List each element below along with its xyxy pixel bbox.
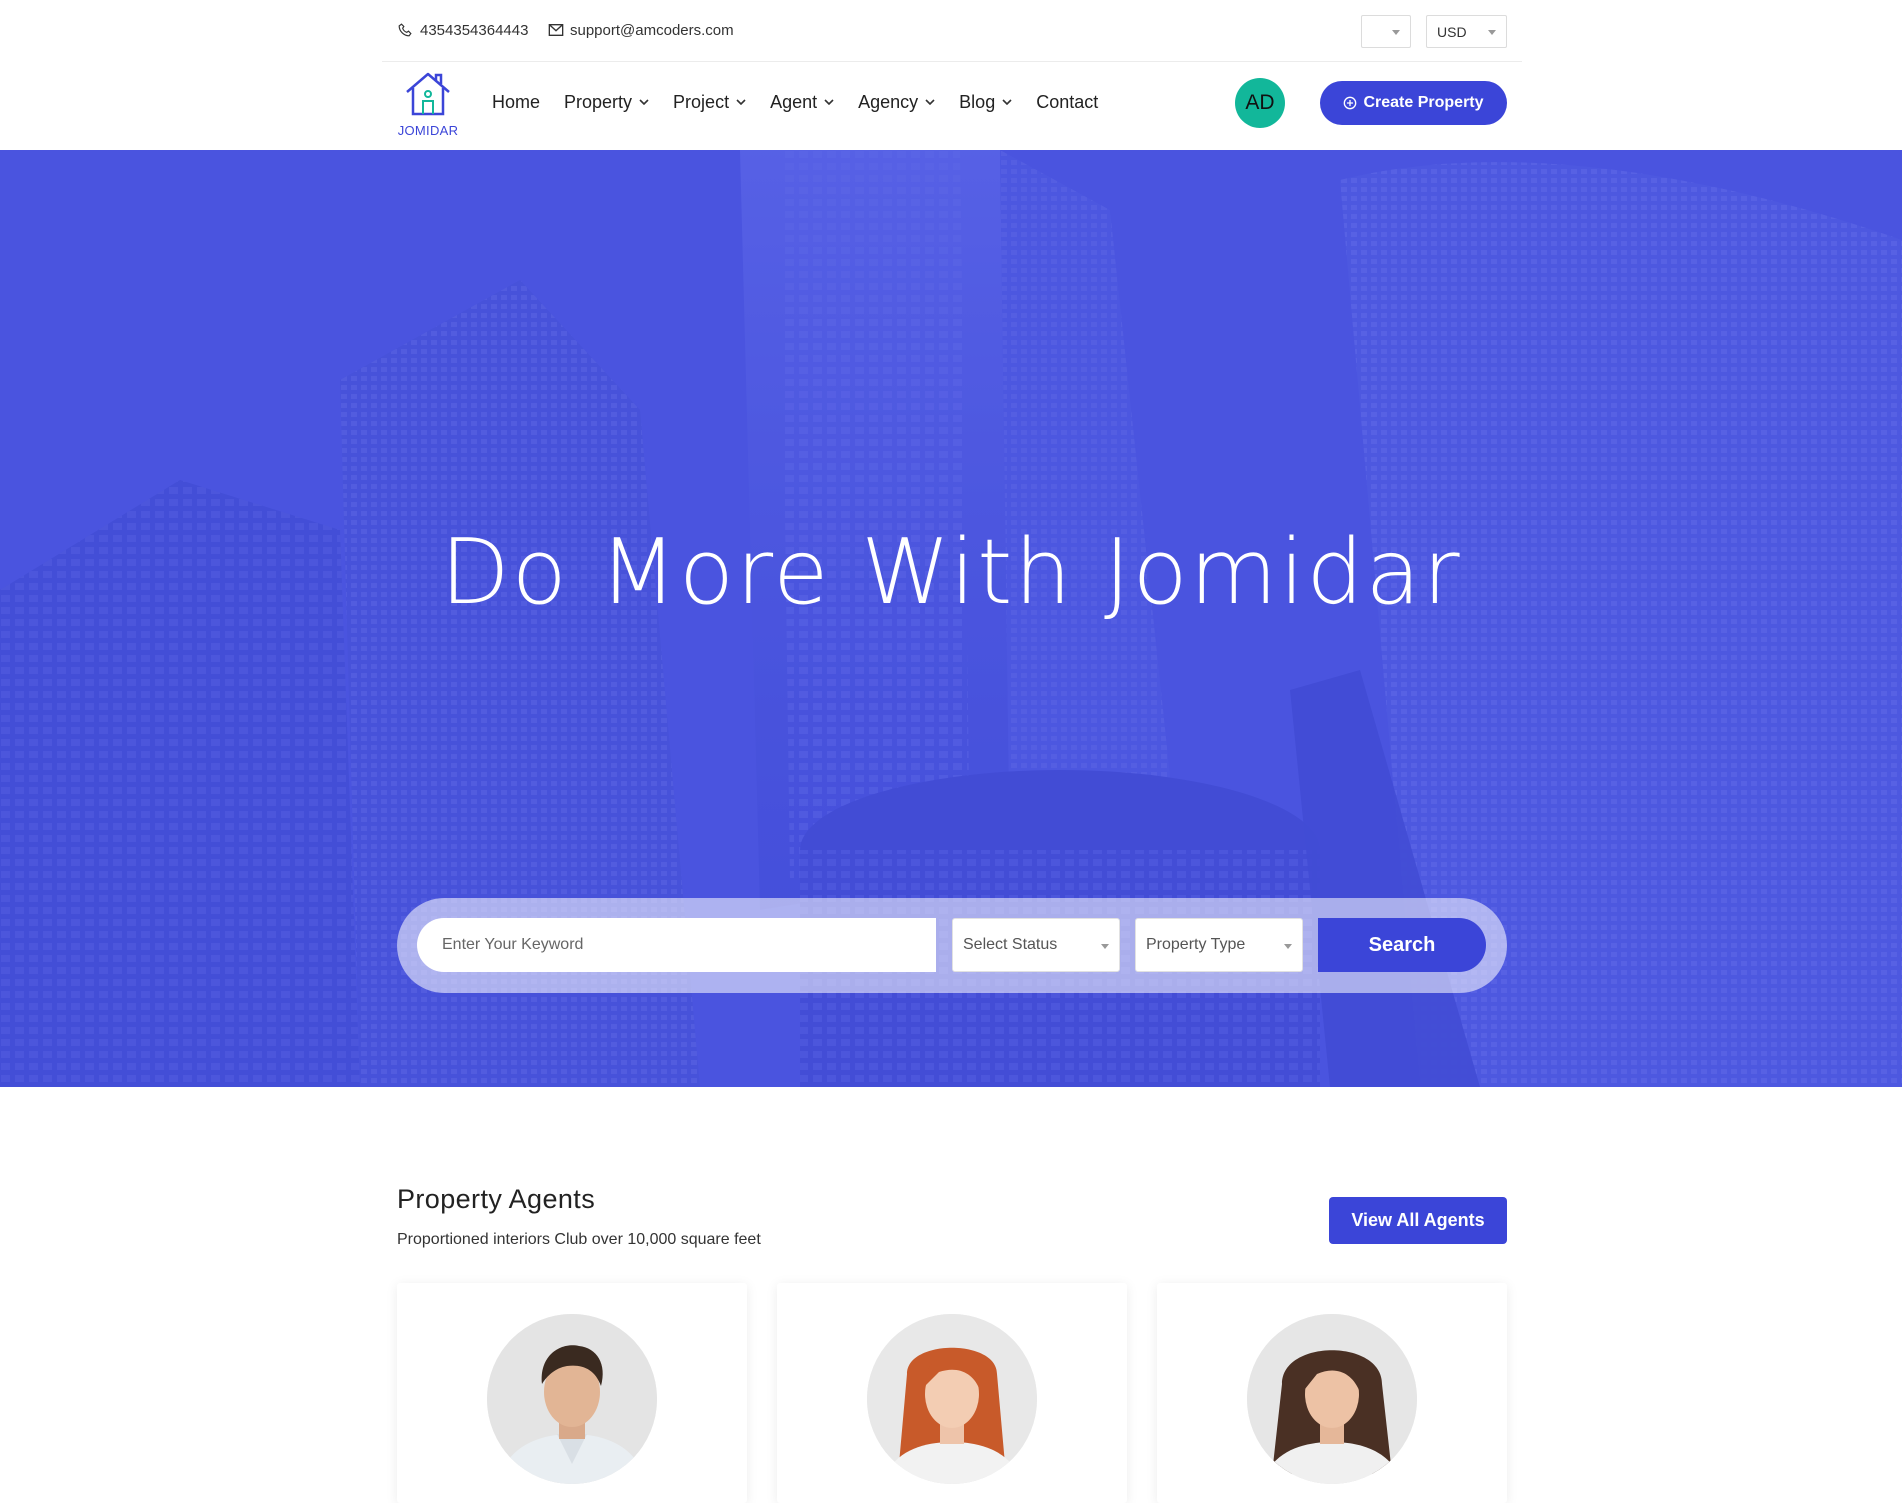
plus-circle-icon <box>1343 96 1357 110</box>
nav-item-home[interactable]: Home <box>492 92 540 113</box>
nav-item-property[interactable]: Property <box>564 92 649 113</box>
keyword-input[interactable] <box>417 918 936 972</box>
nav-item-agent[interactable]: Agent <box>770 92 834 113</box>
agent-photo[interactable] <box>487 1314 657 1484</box>
phone-icon <box>398 22 414 39</box>
search-button[interactable]: Search <box>1318 918 1486 972</box>
house-logo-icon <box>406 72 450 116</box>
chevron-down-icon <box>824 99 834 105</box>
view-all-agents-button[interactable]: View All Agents <box>1329 1197 1507 1244</box>
nav-item-project[interactable]: Project <box>673 92 746 113</box>
mail-icon <box>548 23 564 39</box>
chevron-down-icon <box>925 99 935 105</box>
nav-item-contact[interactable]: Contact <box>1036 92 1098 113</box>
logo-text: JOMIDAR <box>397 123 459 138</box>
agent-card[interactable] <box>777 1283 1127 1503</box>
hero-title: Do More With Jomidar <box>440 520 1462 625</box>
user-avatar[interactable]: AD <box>1235 78 1285 128</box>
nav-item-agency[interactable]: Agency <box>858 92 935 113</box>
chevron-down-icon <box>736 99 746 105</box>
agent-photo[interactable] <box>1247 1314 1417 1484</box>
agent-card[interactable] <box>397 1283 747 1503</box>
hero-banner: Do More With Jomidar Select Status Prope… <box>0 150 1902 1087</box>
chevron-down-icon <box>1488 30 1496 35</box>
email-contact[interactable]: support@amcoders.com <box>548 22 734 39</box>
phone-contact[interactable]: 4354354364443 <box>398 22 528 39</box>
search-bar: Select Status Property Type Search <box>397 898 1507 993</box>
logo[interactable]: JOMIDAR <box>396 70 460 138</box>
section-subtitle: Proportioned interiors Club over 10,000 … <box>397 1231 761 1248</box>
chevron-down-icon <box>1101 944 1109 949</box>
chevron-down-icon <box>639 99 649 105</box>
section-title: Property Agents <box>397 1184 596 1214</box>
create-property-button[interactable]: Create Property <box>1320 81 1507 125</box>
currency-value: USD <box>1437 23 1467 40</box>
email-address: support@amcoders.com <box>570 22 734 39</box>
agent-card[interactable] <box>1157 1283 1507 1503</box>
chevron-down-icon <box>1392 30 1400 35</box>
nav-menu: Home Property Project Agent Agency Blog … <box>492 62 1122 142</box>
nav-item-blog[interactable]: Blog <box>959 92 1012 113</box>
property-agents-section: Property Agents Proportioned interiors C… <box>382 1180 1522 1503</box>
property-type-select[interactable]: Property Type <box>1135 918 1303 972</box>
language-select[interactable] <box>1361 15 1411 48</box>
top-bar: 4354354364443 support@amcoders.com USD <box>382 0 1522 62</box>
chevron-down-icon <box>1284 944 1292 949</box>
status-select[interactable]: Select Status <box>952 918 1120 972</box>
main-navbar: JOMIDAR Home Property Project Agent Agen… <box>382 62 1522 150</box>
agent-photo[interactable] <box>867 1314 1037 1484</box>
phone-number: 4354354364443 <box>420 22 529 39</box>
currency-select[interactable]: USD <box>1426 15 1507 48</box>
status-select-label: Select Status <box>963 936 1058 953</box>
property-type-label: Property Type <box>1146 936 1246 953</box>
chevron-down-icon <box>1002 99 1012 105</box>
